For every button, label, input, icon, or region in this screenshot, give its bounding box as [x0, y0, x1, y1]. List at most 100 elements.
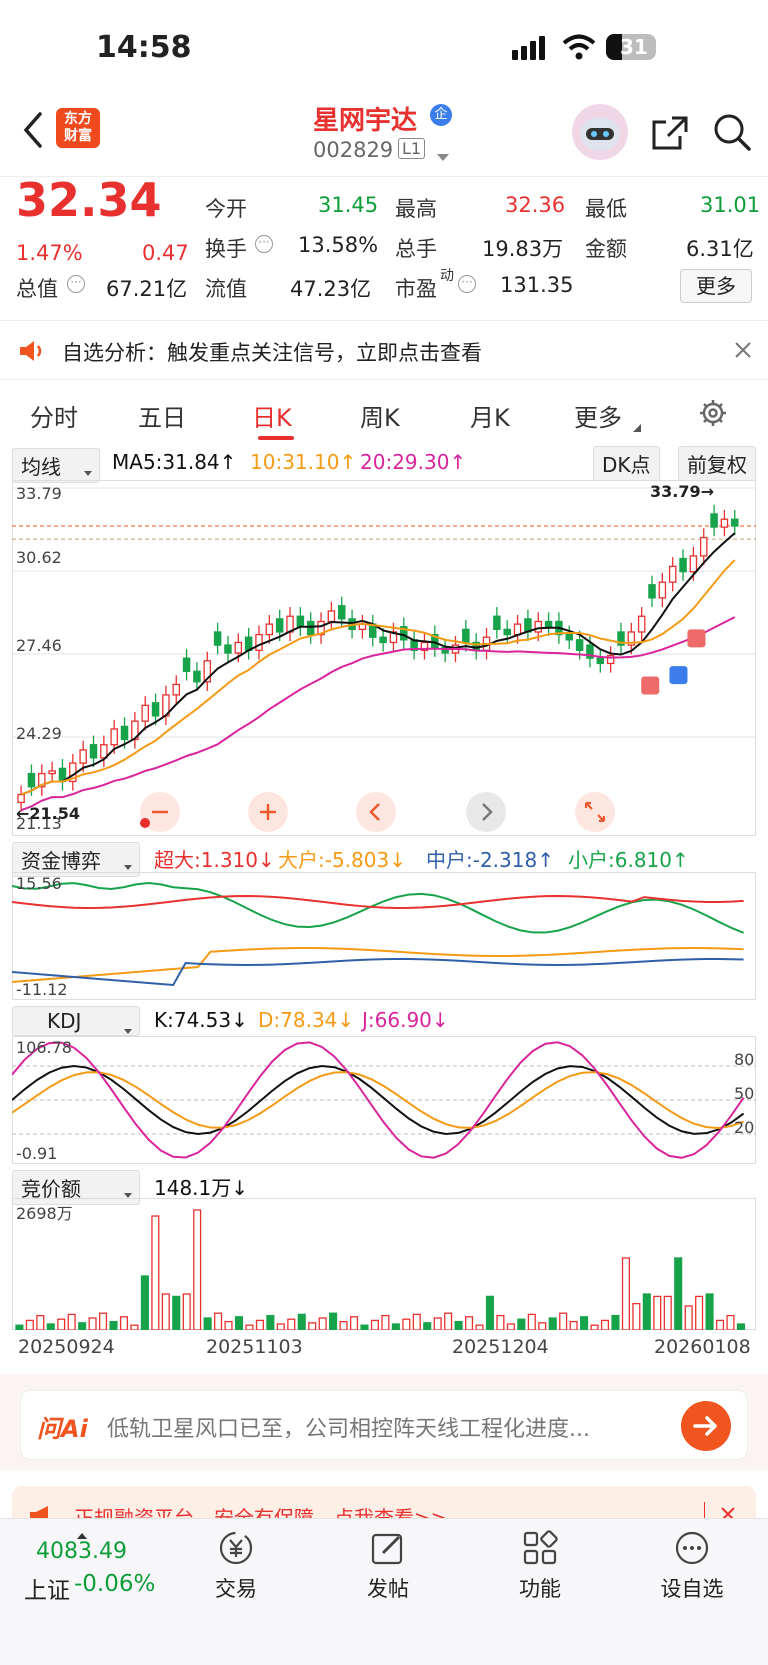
signal-notice[interactable]: 自选分析：触发重点关注信号，立即点击查看 — [0, 320, 768, 380]
bid-bar — [287, 1318, 296, 1330]
bid-bar — [496, 1314, 505, 1330]
grid-icon — [523, 1530, 558, 1565]
bid-bar — [193, 1209, 202, 1330]
open-label: 今开 — [205, 197, 247, 221]
bid-bar — [151, 1215, 160, 1330]
settings-gear-icon[interactable] — [698, 398, 728, 432]
nav-add-watchlist[interactable]: 设自选 — [632, 1529, 752, 1603]
kdj-tick: 106.78 — [16, 1038, 72, 1057]
quote-panel: 32.34 1.47% 0.47 今开 31.45 最高 32.36 最低 31… — [0, 173, 768, 316]
nav-trade[interactable]: 交易 — [176, 1529, 296, 1603]
bid-bar — [590, 1324, 599, 1330]
tab-intraday[interactable]: 分时 — [30, 398, 78, 433]
amount-value: 6.31亿 — [686, 237, 754, 261]
bid-bar — [182, 1293, 191, 1330]
candle-body — [151, 702, 160, 717]
bid-bar — [684, 1305, 693, 1330]
back-icon[interactable] — [20, 110, 46, 154]
ma-select-label: 均线 — [21, 455, 61, 479]
kdj-level: 80 — [734, 1050, 755, 1069]
index-value[interactable]: 4083.49 — [36, 1539, 127, 1564]
tab-more[interactable]: 更多 — [574, 398, 622, 433]
info-icon[interactable]: ··· — [458, 275, 476, 293]
bottom-nav: 4083.49 上证 -0.06% 交易 发帖 功能 设自选 — [0, 1518, 768, 1665]
tab-monthly-k[interactable]: 月K — [470, 398, 510, 433]
big-flow: 大户:-5.803↓ — [278, 848, 406, 872]
close-icon[interactable] — [734, 341, 752, 363]
bid-bar — [234, 1316, 244, 1330]
bid-bar — [726, 1314, 735, 1330]
fullscreen-button[interactable] — [575, 792, 615, 832]
share-icon[interactable] — [650, 114, 690, 156]
forward-adjust-button[interactable]: 前复权 — [678, 446, 756, 481]
bid-bar — [433, 1317, 442, 1330]
yen-exchange-icon — [219, 1531, 253, 1565]
info-icon[interactable]: ··· — [255, 235, 273, 253]
candle-body — [534, 620, 542, 633]
ask-ai-input[interactable]: 问Ai 低轨卫星风口已至，公司相控阵天线工程化进度... — [20, 1390, 748, 1460]
ma10-value: 10:31.10↑ — [250, 450, 357, 474]
dropdown-icon[interactable] — [436, 148, 450, 167]
robot-avatar-icon[interactable] — [572, 104, 628, 160]
eastmoney-logo[interactable]: 东方 财富 — [56, 108, 100, 148]
bid-bar — [695, 1295, 704, 1330]
tab-five-day[interactable]: 五日 — [138, 398, 186, 433]
search-icon[interactable] — [712, 112, 752, 156]
bid-bar — [99, 1312, 108, 1330]
index-change[interactable]: -0.06% — [74, 1571, 155, 1597]
kdj-j: J:66.90↓ — [362, 1008, 449, 1032]
bid-bar — [46, 1323, 55, 1330]
bid-volume-chart[interactable] — [12, 1198, 756, 1330]
tab-weekly-k[interactable]: 周K — [360, 398, 400, 433]
candle-body — [668, 565, 677, 583]
nav-post[interactable]: 发帖 — [328, 1529, 448, 1603]
status-bar: 14:58 31 — [0, 0, 768, 100]
nav-function[interactable]: 功能 — [480, 1529, 600, 1603]
low-label: 最低 — [585, 197, 627, 221]
edit-icon — [371, 1533, 403, 1565]
pan-right-button[interactable] — [466, 792, 506, 832]
ma-select[interactable]: 均线 — [12, 448, 100, 483]
candle-body — [306, 620, 315, 636]
bid-bar — [15, 1324, 24, 1330]
candlestick-chart[interactable] — [12, 480, 756, 836]
candle-body — [17, 793, 25, 804]
bid-bar — [297, 1313, 306, 1330]
kdj-select[interactable]: KDJ — [12, 1006, 140, 1036]
candle-body — [658, 581, 667, 599]
send-arrow-button[interactable] — [681, 1401, 731, 1451]
bid-bar — [161, 1293, 170, 1330]
bid-bar — [569, 1320, 578, 1330]
nav-add-watchlist-label: 设自选 — [660, 1577, 724, 1601]
kdj-chart[interactable] — [12, 1036, 756, 1164]
price-tick: 24.29 — [16, 724, 62, 743]
info-icon[interactable]: ··· — [67, 275, 85, 293]
fund-flow-chart[interactable] — [12, 872, 756, 1000]
notice-text: 自选分析：触发重点关注信号，立即点击查看 — [62, 341, 482, 365]
more-button[interactable]: 更多 — [680, 269, 752, 303]
candle-body — [275, 618, 284, 633]
dk-point-button[interactable]: DK点 — [593, 446, 660, 481]
bid-bar — [621, 1257, 630, 1330]
bid-bar — [214, 1312, 223, 1330]
bid-bar — [67, 1313, 76, 1330]
ma5-line — [20, 532, 736, 796]
candle-body — [710, 513, 718, 528]
pe-value: 131.35 — [500, 273, 574, 297]
candle-body — [565, 633, 574, 641]
mcap-label: 总值 — [16, 277, 58, 301]
low-value: 31.01 — [700, 193, 761, 217]
tab-daily-k[interactable]: 日K — [252, 398, 292, 433]
bid-bar — [454, 1320, 463, 1330]
candle-body — [265, 623, 274, 636]
bid-bar — [663, 1295, 672, 1330]
mid-flow-line — [12, 958, 744, 987]
arrow-right-icon — [693, 1416, 717, 1436]
pan-left-button[interactable] — [356, 792, 396, 832]
candle-body — [493, 615, 501, 630]
bid-bar — [308, 1322, 317, 1330]
bid-bar — [402, 1318, 411, 1330]
bid-bar — [632, 1302, 641, 1330]
zoom-in-button[interactable] — [248, 792, 288, 832]
index-name[interactable]: 上证 — [24, 1571, 70, 1605]
